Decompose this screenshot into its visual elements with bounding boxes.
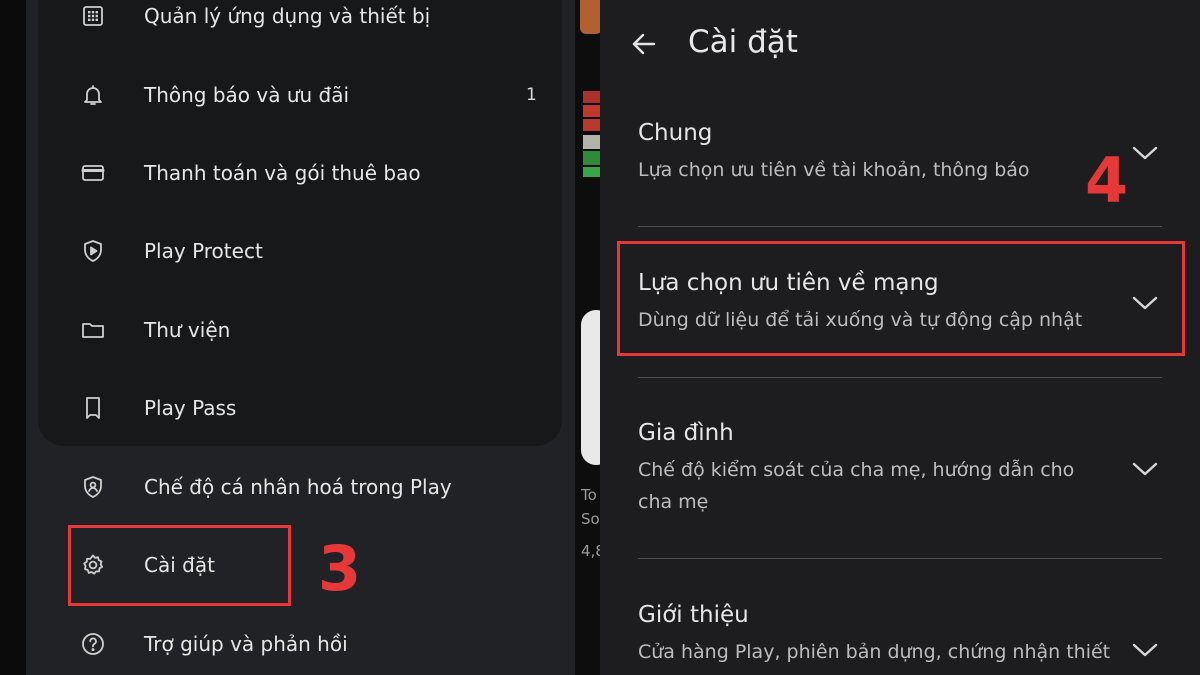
menu-item-help[interactable]: Trợ giúp và phản hồi (26, 614, 575, 674)
chevron-down-icon[interactable] (1130, 640, 1160, 660)
credit-card-icon (80, 160, 106, 186)
menu-item-label: Thông báo và ưu đãi (144, 83, 350, 107)
grid-icon (80, 3, 106, 29)
section-title: Gia đình (638, 420, 734, 446)
ticket-icon (80, 395, 106, 421)
section-title: Chung (638, 120, 713, 146)
back-arrow-icon[interactable] (628, 28, 660, 60)
section-description: Lựa chọn ưu tiên về tài khoản, thông báo (638, 159, 1030, 181)
left-edge (0, 0, 26, 675)
chevron-down-icon[interactable] (1130, 459, 1160, 479)
menu-item-payments[interactable]: Thanh toán và gói thuê bao (26, 143, 575, 203)
notification-count-badge: 1 (526, 85, 537, 105)
settings-section-general[interactable]: Chung Lựa chọn ưu tiên về tài khoản, thô… (638, 118, 1138, 186)
app-card (581, 310, 600, 465)
help-icon (80, 631, 106, 657)
folder-icon (80, 317, 106, 343)
menu-item-library[interactable]: Thư viện (26, 300, 575, 360)
app-thumbnail (580, 0, 600, 34)
menu-item-app-management[interactable]: Quản lý ứng dụng và thiết bị (26, 0, 575, 46)
menu-item-label: Play Pass (144, 396, 237, 420)
menu-item-label: Trợ giúp và phản hồi (144, 632, 348, 656)
background-app-strip: To So 4,8 (575, 0, 600, 675)
app-name-fragment: So (581, 510, 600, 528)
divider (638, 377, 1162, 378)
game-thumbnail (583, 91, 600, 177)
bell-icon (80, 82, 106, 108)
menu-item-personalization[interactable]: Chế độ cá nhân hoá trong Play (26, 457, 575, 517)
menu-item-label: Chế độ cá nhân hoá trong Play (144, 475, 452, 499)
section-title: Giới thiệu (638, 602, 749, 628)
step-number-4: 4 (1085, 144, 1129, 217)
menu-item-play-protect[interactable]: Play Protect (26, 221, 575, 281)
section-description: Chế độ kiểm soát của cha mẹ, hướng dẫn c… (638, 459, 1075, 513)
page-title: Cài đặt (688, 24, 798, 60)
menu-item-label: Thư viện (144, 318, 231, 342)
divider (638, 558, 1162, 559)
step-number-3: 3 (318, 532, 362, 605)
app-name-fragment: To (581, 486, 597, 504)
settings-section-family[interactable]: Gia đình Chế độ kiểm soát của cha mẹ, hư… (638, 418, 1108, 518)
menu-item-notifications[interactable]: Thông báo và ưu đãi 1 (26, 65, 575, 125)
menu-item-label: Play Protect (144, 239, 263, 263)
highlight-box-network (617, 241, 1185, 356)
menu-item-play-pass[interactable]: Play Pass (26, 378, 575, 438)
app-rating-fragment: 4,8 (581, 542, 600, 560)
section-description: Cửa hàng Play, phiên bản dựng, chứng nhậ… (638, 641, 1111, 663)
chevron-down-icon[interactable] (1130, 143, 1160, 163)
menu-item-label: Quản lý ứng dụng và thiết bị (144, 4, 431, 28)
shield-person-icon (80, 474, 106, 500)
highlight-box-settings (68, 525, 291, 606)
divider (638, 226, 1162, 227)
shield-play-icon (80, 238, 106, 264)
settings-section-about[interactable]: Giới thiệu Cửa hàng Play, phiên bản dựng… (638, 600, 1138, 668)
menu-item-label: Thanh toán và gói thuê bao (144, 161, 421, 185)
